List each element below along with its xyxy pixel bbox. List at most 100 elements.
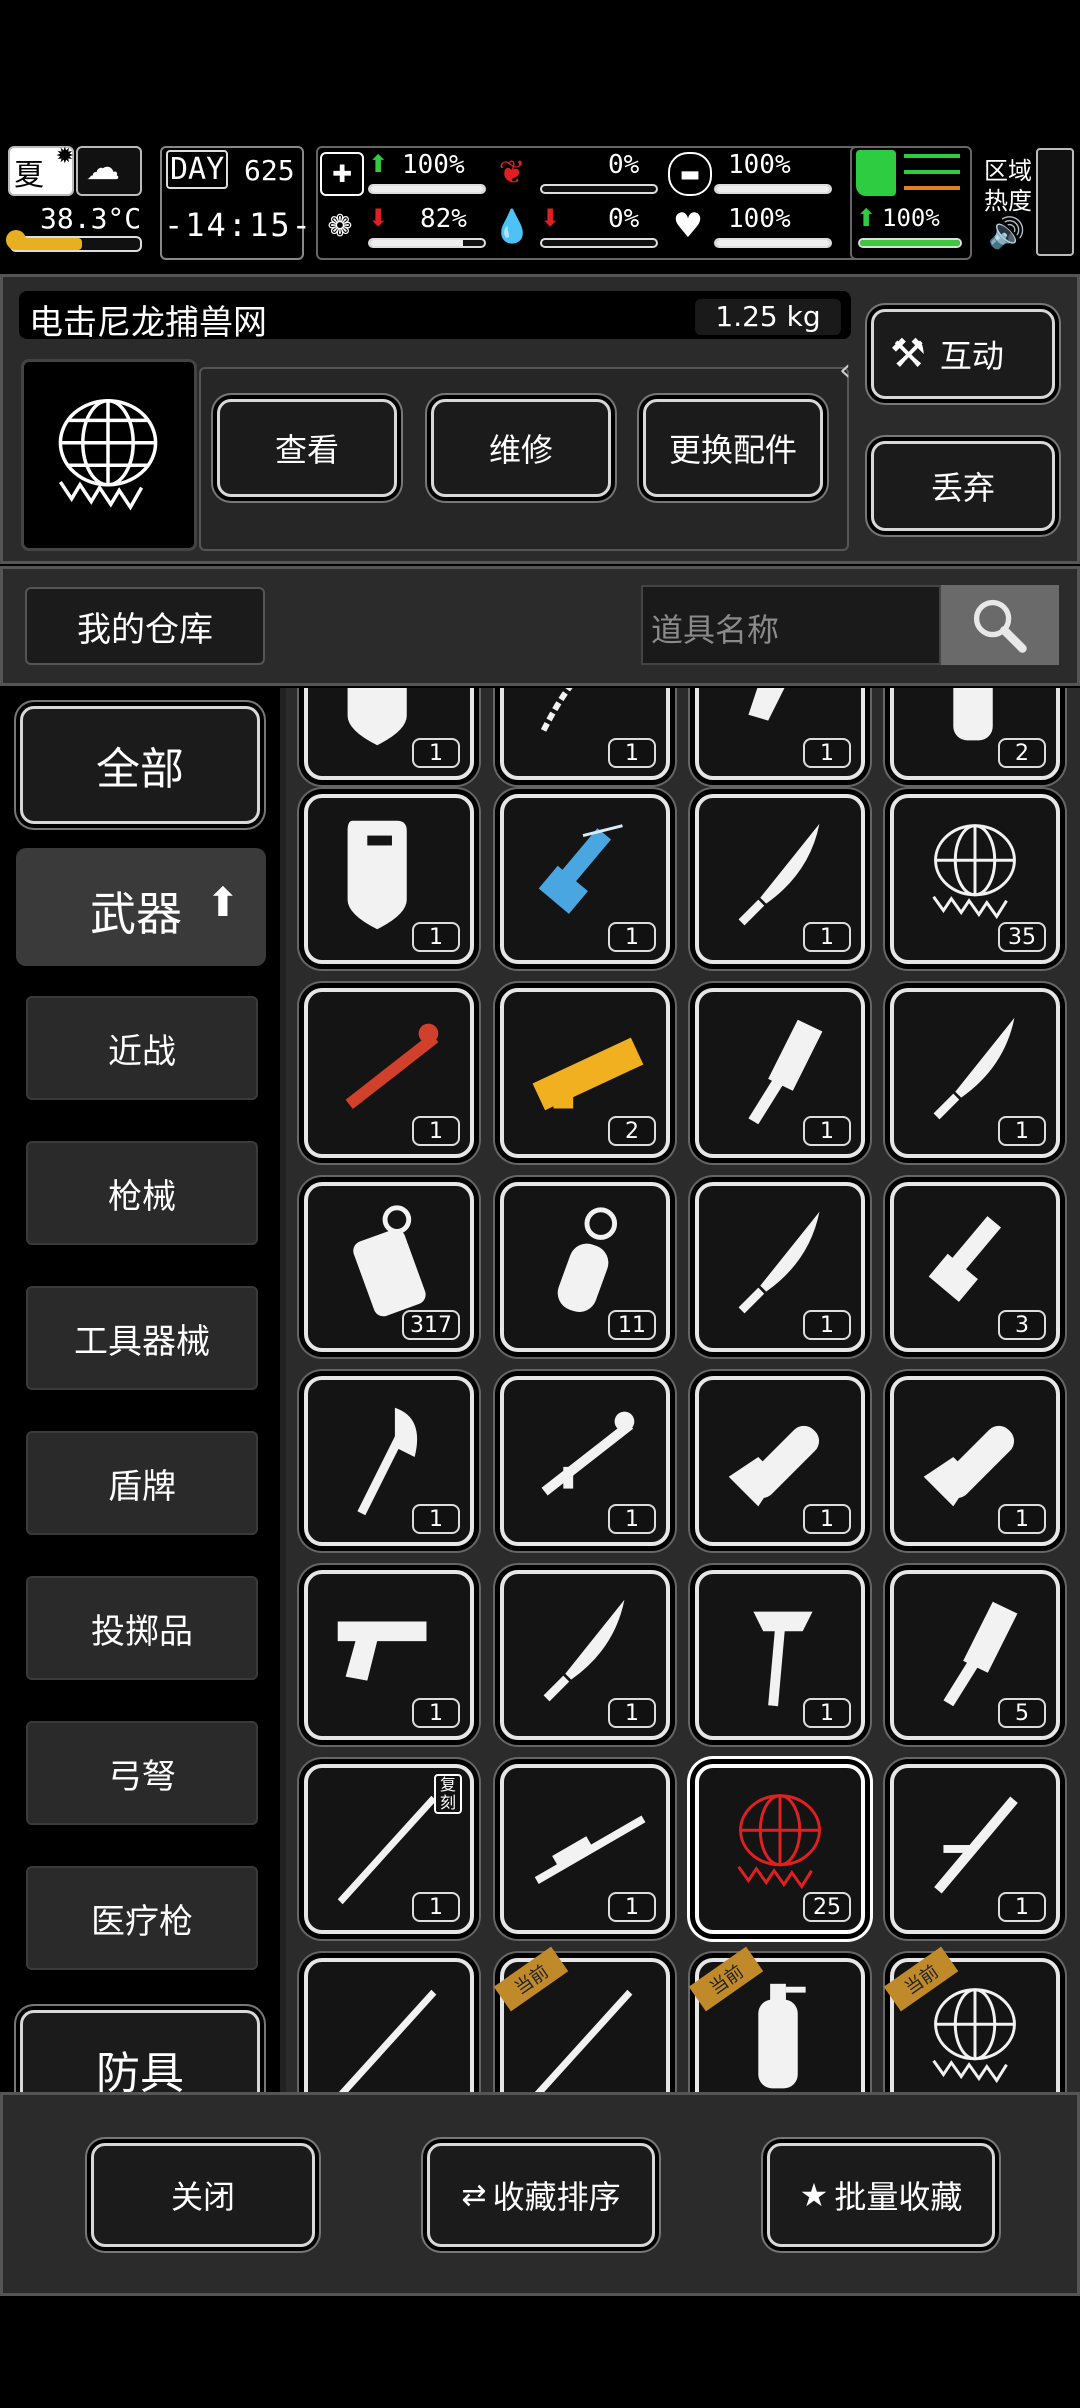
item-count: 1 <box>803 1504 851 1534</box>
storage-header: 我的仓库 道具名称 <box>0 566 1080 686</box>
health-bar <box>368 184 486 194</box>
blood-bar <box>540 238 658 248</box>
category-armor-button[interactable]: 防具 <box>20 2010 260 2092</box>
item-slot[interactable]: 1 <box>695 688 865 780</box>
item-count: 1 <box>608 1892 656 1922</box>
water-icon: ▬ <box>668 152 712 196</box>
weapons-label: 武器 <box>90 887 182 941</box>
discard-button[interactable]: 丢弃 <box>871 441 1055 531</box>
item-slot[interactable]: 11 <box>500 1182 670 1352</box>
collapse-up-arrow-icon: ⬆ <box>206 880 240 926</box>
item-slot[interactable]: 1 <box>695 794 865 964</box>
item-slot[interactable]: 1 <box>890 988 1060 1158</box>
category-weapons-button[interactable]: 武器 ⬆ <box>16 848 266 966</box>
item-slot[interactable]: 317 <box>304 1182 474 1352</box>
temperature-bar <box>10 236 142 252</box>
item-slot[interactable]: 1 <box>890 1376 1060 1546</box>
item-slot[interactable]: 1 <box>304 794 474 964</box>
item-count: 317 <box>402 1310 460 1340</box>
search-button[interactable] <box>941 585 1059 665</box>
stamina-up-arrow-icon: ⬆ <box>856 204 877 232</box>
item-slot[interactable]: 1 <box>500 794 670 964</box>
item-slot[interactable]: 1 <box>500 1376 670 1546</box>
star-icon: ★ <box>799 2176 829 2214</box>
engraved-badge: 复刻 <box>434 1774 462 1814</box>
interact-button[interactable]: ⚒ 互动 <box>871 309 1055 399</box>
item-slot[interactable]: 1 <box>695 1570 865 1740</box>
item-slot[interactable]: 复刻 1 <box>304 1764 474 1934</box>
katana-icon <box>338 1989 437 2092</box>
change-parts-button[interactable]: 更换配件 <box>643 399 823 497</box>
sort-favorites-label: 收藏排序 <box>492 2178 621 2216</box>
weather-badge: ☁ <box>76 146 142 196</box>
heart-icon: ♥ <box>672 206 704 246</box>
item-count: 1 <box>608 922 656 952</box>
subcategory-throwables[interactable]: 投掷品 <box>26 1576 258 1680</box>
view-button[interactable]: 查看 <box>217 399 397 497</box>
item-count: 35 <box>998 922 1046 952</box>
item-grid: 1刻112111351211317111311111115复刻11251当前当前… <box>286 688 1080 2092</box>
item-slot[interactable]: 2 <box>500 988 670 1158</box>
category-all-button[interactable]: 全部 <box>20 706 260 824</box>
medkit-icon: ✚ <box>320 152 364 196</box>
item-panel: 电击尼龙捕兽网 1.25 kg 查看 维修 更换配件 ‹ ⚒ 互动 丢弃 <box>0 274 1080 564</box>
stomach-icon: ❦ <box>498 153 526 191</box>
sort-favorites-button[interactable]: ⇄ 收藏排序 <box>427 2143 655 2247</box>
day-label: DAY <box>166 150 229 189</box>
item-slot[interactable]: 2 <box>890 688 1060 780</box>
item-name-bar: 电击尼龙捕兽网 1.25 kg <box>19 291 851 343</box>
item-slot[interactable]: 35 <box>890 794 1060 964</box>
item-slot[interactable]: 1 <box>304 1376 474 1546</box>
item-slot[interactable]: 3 <box>890 1182 1060 1352</box>
item-count: 5 <box>998 1698 1046 1728</box>
search-input[interactable]: 道具名称 <box>641 585 941 665</box>
subcategory-shields[interactable]: 盾牌 <box>26 1431 258 1535</box>
speaker-icon[interactable]: 🔊 <box>988 216 1025 251</box>
item-slot[interactable]: 1 <box>500 1764 670 1934</box>
item-slot[interactable]: 1 <box>304 988 474 1158</box>
item-slot[interactable]: 1 <box>695 1182 865 1352</box>
footer-bar: 关闭 ⇄ 收藏排序 ★ 批量收藏 <box>0 2092 1080 2296</box>
heart-value: 100% <box>728 204 791 234</box>
heart-bar <box>714 238 832 248</box>
item-count: 1 <box>608 738 656 768</box>
item-slot[interactable]: 1 <box>304 1570 474 1740</box>
thermometer-icon <box>6 230 26 250</box>
item-count: 1 <box>998 1116 1046 1146</box>
item-count: 25 <box>803 1892 851 1922</box>
water-value: 100% <box>728 150 791 180</box>
item-count: 2 <box>608 1116 656 1146</box>
item-slot[interactable]: 1 <box>500 1570 670 1740</box>
item-slot[interactable] <box>304 1958 474 2092</box>
subcategory-tools[interactable]: 工具器械 <box>26 1286 258 1390</box>
item-slot[interactable]: 1 <box>695 1376 865 1546</box>
item-slot[interactable]: 5 <box>890 1570 1060 1740</box>
item-count: 1 <box>998 1892 1046 1922</box>
item-count: 1 <box>803 1698 851 1728</box>
item-count: 1 <box>803 738 851 768</box>
item-slot[interactable]: 刻1 <box>500 688 670 780</box>
subcategory-medical-guns[interactable]: 医疗枪 <box>26 1866 258 1970</box>
hammer-icon: ⚒ <box>890 331 926 377</box>
repair-button[interactable]: 维修 <box>431 399 611 497</box>
blood-down-arrow-icon: ⬇ <box>540 204 561 232</box>
item-actions: 查看 维修 更换配件 <box>199 367 849 551</box>
batch-favorite-button[interactable]: ★ 批量收藏 <box>767 2143 995 2247</box>
item-slot[interactable]: 1 <box>304 688 474 780</box>
item-count: 1 <box>803 1116 851 1146</box>
sun-icon: ✹ <box>55 144 74 169</box>
close-button[interactable]: 关闭 <box>91 2143 315 2247</box>
stamina-lines-icon <box>904 154 960 190</box>
collapse-chevron-icon[interactable]: ‹ <box>839 353 851 388</box>
item-count: 1 <box>412 1698 460 1728</box>
item-slot[interactable]: 1 <box>695 988 865 1158</box>
item-slot[interactable]: 1 <box>890 1764 1060 1934</box>
subcategory-firearms[interactable]: 枪械 <box>26 1141 258 1245</box>
stamina-bar <box>858 238 962 248</box>
season-label: 夏 <box>14 158 44 193</box>
stamina-panel: ⬆ 100% <box>850 146 972 260</box>
subcategory-bows[interactable]: 弓弩 <box>26 1721 258 1825</box>
subcategory-melee[interactable]: 近战 <box>26 996 258 1100</box>
season-badge: 夏 ✹ <box>8 144 74 196</box>
item-slot[interactable]: 25 <box>695 1764 865 1934</box>
